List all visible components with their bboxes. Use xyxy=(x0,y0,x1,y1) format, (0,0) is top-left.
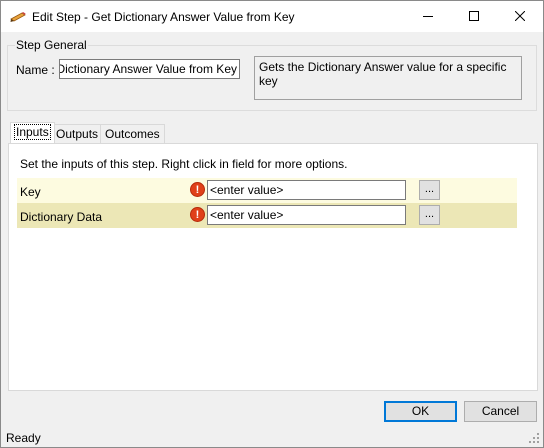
input-row-label: Key xyxy=(20,185,41,199)
key-browse-button[interactable]: ... xyxy=(419,180,440,200)
error-icon: ! xyxy=(190,207,205,222)
name-input-value: Get Dictionary Answer Value from Key xyxy=(59,62,237,76)
maximize-icon xyxy=(469,10,479,24)
error-icon: ! xyxy=(190,182,205,197)
inputs-tab-panel: Set the inputs of this step. Right click… xyxy=(8,143,538,391)
dictionary-data-browse-button[interactable]: ... xyxy=(419,205,440,225)
status-bar: Ready xyxy=(1,427,543,447)
close-icon xyxy=(514,10,526,24)
resize-grip-icon[interactable] xyxy=(528,432,540,444)
description-field[interactable]: Gets the Dictionary Answer value for a s… xyxy=(254,56,522,100)
status-text: Ready xyxy=(6,431,41,445)
minimize-icon xyxy=(423,10,433,24)
pencil-icon xyxy=(10,11,26,23)
inputs-hint: Set the inputs of this step. Right click… xyxy=(20,157,348,171)
input-row-label: Dictionary Data xyxy=(20,210,103,224)
tab-outputs-label: Outputs xyxy=(56,127,99,141)
tab-inputs[interactable]: Inputs xyxy=(10,122,55,143)
close-button[interactable] xyxy=(497,1,543,32)
step-general-legend: Step General xyxy=(15,38,88,52)
edit-step-window: Edit Step - Get Dictionary Answer Value … xyxy=(0,0,544,448)
maximize-button[interactable] xyxy=(451,1,497,32)
minimize-button[interactable] xyxy=(405,1,451,32)
tab-outcomes[interactable]: Outcomes xyxy=(100,124,165,143)
tab-outcomes-label: Outcomes xyxy=(105,127,160,141)
title-bar[interactable]: Edit Step - Get Dictionary Answer Value … xyxy=(1,1,543,32)
window-title: Edit Step - Get Dictionary Answer Value … xyxy=(32,10,295,24)
tab-outputs[interactable]: Outputs xyxy=(51,124,104,143)
input-row-dictionary-data: Dictionary Data ! ... xyxy=(17,203,517,228)
ok-button[interactable]: OK xyxy=(384,401,457,422)
dictionary-data-value-input[interactable] xyxy=(207,205,406,225)
name-label: Name : xyxy=(16,63,55,77)
key-value-input[interactable] xyxy=(207,180,406,200)
name-input[interactable]: Get Dictionary Answer Value from Key xyxy=(59,59,240,79)
tab-inputs-label: Inputs xyxy=(14,124,51,140)
input-row-key: Key ! ... xyxy=(17,178,517,203)
cancel-button[interactable]: Cancel xyxy=(464,401,537,422)
